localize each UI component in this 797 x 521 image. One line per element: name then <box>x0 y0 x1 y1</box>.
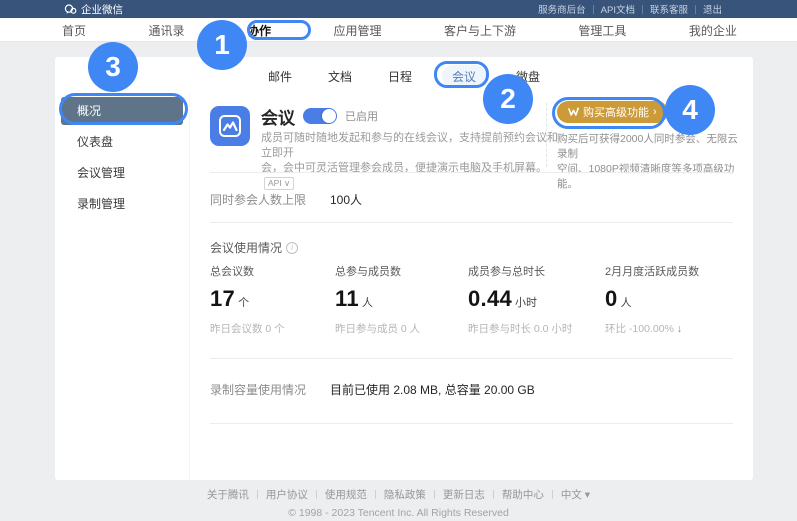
divider <box>642 5 643 14</box>
divider <box>695 5 696 14</box>
stat-label: 总会议数 <box>210 263 340 279</box>
stat-total-participants: 总参与成员数 11人 昨日参与成员 0 人 <box>335 263 465 336</box>
stat-total-meetings: 总会议数 17个 昨日会议数 0 个 <box>210 263 340 336</box>
nav-item-home[interactable]: 首页 <box>62 22 86 39</box>
meeting-app-icon <box>210 106 250 146</box>
purchase-description: 购买后可获得2000人同时参会、无限云录制 空间、1080P视频清晰度等多项高级… <box>557 132 747 192</box>
participant-limit-label: 同时参会人数上限 <box>210 191 306 208</box>
nav-item-contacts[interactable]: 通讯录 <box>148 22 184 39</box>
nav-item-my-company[interactable]: 我的企业 <box>689 22 737 39</box>
stat-label: 2月月度活跃成员数 <box>605 263 750 279</box>
divider <box>493 490 494 499</box>
sidebar: 概况 仪表盘 会议管理 录制管理 <box>55 93 190 480</box>
stat-value: 17 <box>210 286 235 312</box>
highlight-box-meeting-tab <box>434 61 489 88</box>
footer-language-selector[interactable]: 中文 ▾ <box>561 487 590 502</box>
tab-mail[interactable]: 邮件 <box>262 65 298 88</box>
app-desc-line1: 成员可随时随地发起和参与的在线会议，支持提前预约会议和立即开 <box>261 132 558 159</box>
link-contact-support[interactable]: 联系客服 <box>650 2 688 16</box>
footer-link-help-center[interactable]: 帮助中心 <box>502 487 544 502</box>
toggle-knob <box>322 109 336 123</box>
sidebar-item-recording-management[interactable]: 录制管理 <box>61 190 183 218</box>
topbar-links: 服务商后台 API文档 联系客服 退出 <box>538 0 722 18</box>
nav-item-customers[interactable]: 客户与上下游 <box>444 22 516 39</box>
app-description: 成员可随时随地发起和参与的在线会议，支持提前预约会议和立即开 会，会中可灵活管理… <box>261 131 561 191</box>
stat-total-duration: 成员参与总时长 0.44小时 昨日参与时长 0.0 小时 <box>468 263 598 336</box>
highlight-box-overview-item <box>59 93 188 125</box>
stat-value: 11 <box>335 286 359 312</box>
top-bar: 企业微信 服务商后台 API文档 联系客服 退出 <box>0 0 797 18</box>
divider <box>210 358 733 359</box>
purchase-desc-line2: 空间、1080P视频清晰度等多项高级功能。 <box>557 163 734 190</box>
link-logout[interactable]: 退出 <box>703 2 722 16</box>
enable-toggle[interactable] <box>303 108 337 124</box>
link-provider-console[interactable]: 服务商后台 <box>538 2 586 16</box>
divider <box>316 490 317 499</box>
footer: 关于腾讯 用户协议 使用规范 隐私政策 更新日志 帮助中心 中文 ▾ © 199… <box>0 487 797 519</box>
stat-monthly-active: 2月月度活跃成员数 0人 环比 -100.00% ↓ <box>605 263 750 336</box>
nav-item-admin-tools[interactable]: 管理工具 <box>578 22 626 39</box>
step-circle-3: 3 <box>88 42 138 92</box>
stat-subtext: 环比 -100.00% ↓ <box>605 321 750 336</box>
brand-label: 企业微信 <box>81 2 123 17</box>
app-title-row: 会议 已启用 <box>261 105 378 127</box>
recording-capacity-label: 录制容量使用情况 <box>210 381 306 398</box>
footer-link-about-tencent[interactable]: 关于腾讯 <box>207 487 249 502</box>
usage-section-title: 会议使用情况 i <box>210 239 298 256</box>
stat-label: 成员参与总时长 <box>468 263 598 279</box>
stat-label: 总参与成员数 <box>335 263 465 279</box>
brand[interactable]: 企业微信 <box>64 0 123 18</box>
mom-change-label: 环比 -100.00% <box>605 323 674 335</box>
highlight-box-collaboration-tab <box>247 20 311 40</box>
usage-title-label: 会议使用情况 <box>210 239 282 256</box>
participant-limit-value: 100人 <box>330 191 362 208</box>
step-circle-1: 1 <box>197 20 247 70</box>
divider <box>434 490 435 499</box>
divider <box>210 423 733 424</box>
page: 企业微信 服务商后台 API文档 联系客服 退出 首页 通讯录 协作 应用管理 … <box>0 0 797 521</box>
stat-value: 0 <box>605 286 618 312</box>
stat-unit: 人 <box>621 294 632 310</box>
divider <box>257 490 258 499</box>
app-title: 会议 <box>261 104 295 129</box>
divider <box>210 172 733 173</box>
divider <box>593 5 594 14</box>
footer-link-user-agreement[interactable]: 用户协议 <box>266 487 308 502</box>
sidebar-item-dashboard[interactable]: 仪表盘 <box>61 128 183 156</box>
nav-item-app-management[interactable]: 应用管理 <box>333 22 381 39</box>
stat-subtext: 昨日会议数 0 个 <box>210 321 340 336</box>
footer-link-privacy-policy[interactable]: 隐私政策 <box>384 487 426 502</box>
divider <box>210 222 733 223</box>
recording-capacity-value: 目前已使用 2.08 MB, 总容量 20.00 GB <box>330 381 535 398</box>
stat-unit: 小时 <box>515 294 537 310</box>
purchase-desc-line1: 购买后可获得2000人同时参会、无限云录制 <box>557 133 738 160</box>
primary-nav: 首页 通讯录 协作 应用管理 客户与上下游 管理工具 我的企业 <box>0 18 797 42</box>
enabled-status-label: 已启用 <box>345 108 378 124</box>
link-api-docs[interactable]: API文档 <box>601 2 635 16</box>
divider <box>375 490 376 499</box>
step-circle-4: 4 <box>665 85 715 135</box>
footer-links: 关于腾讯 用户协议 使用规范 隐私政策 更新日志 帮助中心 中文 ▾ <box>0 487 797 502</box>
stat-subtext: 昨日参与成员 0 人 <box>335 321 465 336</box>
stat-unit: 人 <box>362 294 373 310</box>
step-circle-2: 2 <box>483 74 533 124</box>
footer-link-changelog[interactable]: 更新日志 <box>443 487 485 502</box>
stat-unit: 个 <box>238 294 249 310</box>
api-badge[interactable]: API ∨ <box>264 177 294 190</box>
down-arrow-icon: ↓ <box>677 323 682 335</box>
highlight-box-buy-button <box>552 97 666 129</box>
divider <box>552 490 553 499</box>
copyright-text: © 1998 - 2023 Tencent Inc. All Rights Re… <box>0 507 797 519</box>
vertical-separator <box>546 103 547 167</box>
chat-bubbles-icon <box>64 4 77 15</box>
tab-schedule[interactable]: 日程 <box>382 65 418 88</box>
info-circle-icon[interactable]: i <box>286 242 298 254</box>
meeting-mountains-icon <box>217 113 243 139</box>
subtab-row: 邮件 文档 日程 会议 微盘 <box>55 65 753 87</box>
sidebar-item-meeting-management[interactable]: 会议管理 <box>61 159 183 187</box>
footer-link-usage-rules[interactable]: 使用规范 <box>325 487 367 502</box>
stat-value: 0.44 <box>468 286 512 312</box>
stat-subtext: 昨日参与时长 0.0 小时 <box>468 321 598 336</box>
tab-docs[interactable]: 文档 <box>322 65 358 88</box>
